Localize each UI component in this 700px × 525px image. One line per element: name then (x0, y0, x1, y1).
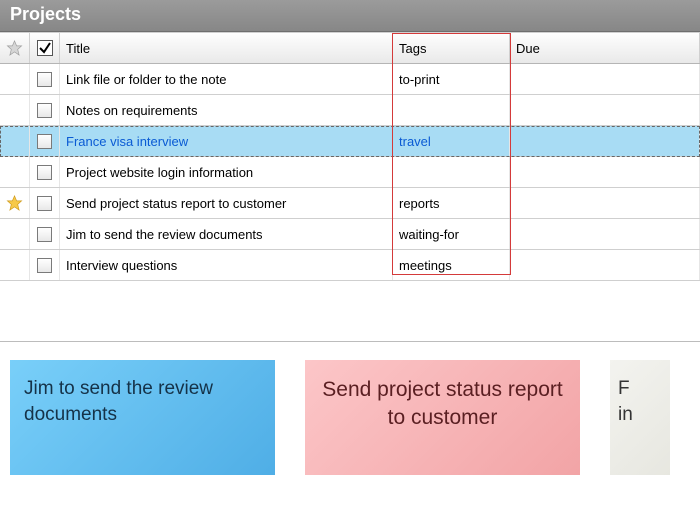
sticky-note-grey-partial[interactable]: F in (610, 360, 670, 475)
table-row[interactable]: France visa interviewtravel (0, 126, 700, 157)
column-header-tags[interactable]: Tags (393, 33, 510, 63)
checkbox-checked-icon (37, 40, 53, 56)
row-tags-cell[interactable]: to-print (393, 64, 510, 94)
table-row[interactable]: Link file or folder to the noteto-print (0, 64, 700, 95)
row-star-cell[interactable] (0, 64, 30, 94)
row-tags-cell[interactable]: waiting-for (393, 219, 510, 249)
done-checkbox[interactable] (37, 196, 52, 211)
row-title-cell[interactable]: Interview questions (60, 250, 393, 280)
column-header-done[interactable] (30, 33, 60, 63)
row-title-cell[interactable]: Notes on requirements (60, 95, 393, 125)
done-checkbox[interactable] (37, 134, 52, 149)
row-tags-cell[interactable]: travel (393, 126, 510, 156)
table-row[interactable]: Notes on requirements (0, 95, 700, 126)
done-checkbox[interactable] (37, 227, 52, 242)
sticky-notes-panel: Jim to send the review documents Send pr… (0, 341, 700, 475)
row-done-cell[interactable] (30, 95, 60, 125)
row-title-cell[interactable]: Jim to send the review documents (60, 219, 393, 249)
task-rows: Link file or folder to the noteto-printN… (0, 64, 700, 281)
star-icon (6, 194, 23, 212)
table-row[interactable]: Send project status report to customerre… (0, 188, 700, 219)
row-done-cell[interactable] (30, 64, 60, 94)
row-done-cell[interactable] (30, 126, 60, 156)
done-checkbox[interactable] (37, 165, 52, 180)
sticky-note-pink[interactable]: Send project status report to customer (305, 360, 580, 475)
row-title-cell[interactable]: Link file or folder to the note (60, 64, 393, 94)
column-header-title[interactable]: Title (60, 33, 393, 63)
done-checkbox[interactable] (37, 72, 52, 87)
row-due-cell[interactable] (510, 219, 700, 249)
row-tags-cell[interactable] (393, 157, 510, 187)
row-title-cell[interactable]: Project website login information (60, 157, 393, 187)
column-header-due[interactable]: Due (510, 33, 700, 63)
row-done-cell[interactable] (30, 188, 60, 218)
row-title-cell[interactable]: Send project status report to customer (60, 188, 393, 218)
task-grid: Title Tags Due Link file or folder to th… (0, 32, 700, 281)
star-icon (6, 39, 23, 57)
row-star-cell[interactable] (0, 188, 30, 218)
row-star-cell[interactable] (0, 219, 30, 249)
row-due-cell[interactable] (510, 157, 700, 187)
row-due-cell[interactable] (510, 188, 700, 218)
window-title: Projects (0, 0, 700, 32)
row-due-cell[interactable] (510, 64, 700, 94)
row-tags-cell[interactable] (393, 95, 510, 125)
done-checkbox[interactable] (37, 103, 52, 118)
column-headers: Title Tags Due (0, 32, 700, 64)
row-done-cell[interactable] (30, 250, 60, 280)
table-row[interactable]: Project website login information (0, 157, 700, 188)
row-due-cell[interactable] (510, 250, 700, 280)
row-done-cell[interactable] (30, 219, 60, 249)
row-done-cell[interactable] (30, 157, 60, 187)
sticky-note-blue[interactable]: Jim to send the review documents (10, 360, 275, 475)
row-star-cell[interactable] (0, 95, 30, 125)
row-tags-cell[interactable]: meetings (393, 250, 510, 280)
row-due-cell[interactable] (510, 95, 700, 125)
row-due-cell[interactable] (510, 126, 700, 156)
done-checkbox[interactable] (37, 258, 52, 273)
table-row[interactable]: Jim to send the review documentswaiting-… (0, 219, 700, 250)
row-tags-cell[interactable]: reports (393, 188, 510, 218)
table-row[interactable]: Interview questionsmeetings (0, 250, 700, 281)
row-star-cell[interactable] (0, 250, 30, 280)
row-title-cell[interactable]: France visa interview (60, 126, 393, 156)
row-star-cell[interactable] (0, 157, 30, 187)
row-star-cell[interactable] (0, 126, 30, 156)
column-header-star[interactable] (0, 33, 30, 63)
